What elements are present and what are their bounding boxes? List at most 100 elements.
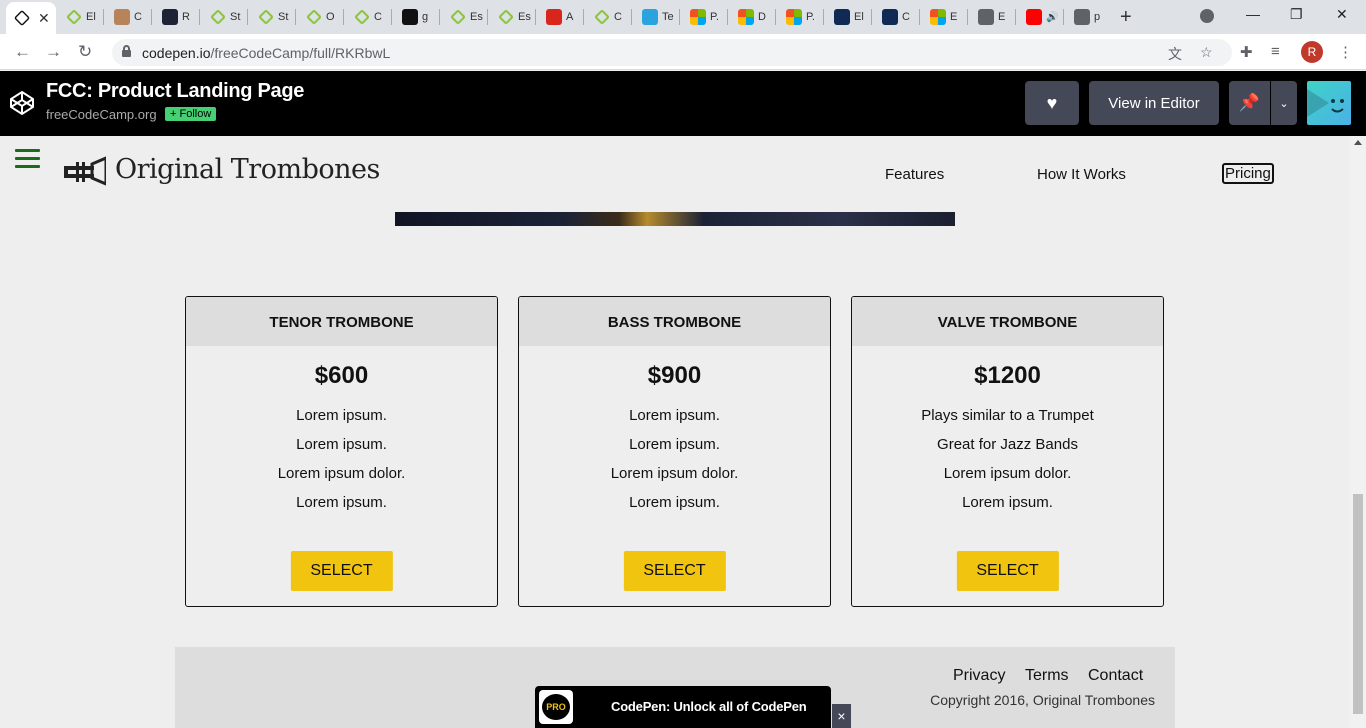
browser-tab[interactable]: A: [538, 4, 584, 30]
microsoft-icon: [786, 9, 802, 25]
follow-button[interactable]: + Follow: [165, 107, 217, 121]
nav-link-features[interactable]: Features: [885, 166, 944, 183]
codepen-logo-icon[interactable]: [9, 90, 35, 116]
footer-link-privacy[interactable]: Privacy: [953, 667, 1005, 685]
browser-tab[interactable]: P.: [682, 4, 728, 30]
view-in-editor-button[interactable]: View in Editor: [1089, 81, 1219, 125]
hero-image: [395, 212, 955, 226]
translate-icon[interactable]: 文: [1168, 44, 1182, 64]
browser-tab[interactable]: g: [394, 4, 440, 30]
green-diamond-icon: [306, 9, 322, 25]
telegram-icon: [642, 9, 658, 25]
chevron-down-icon: ⌄: [1279, 97, 1289, 110]
pen-author-link[interactable]: freeCodeCamp.org: [46, 107, 157, 122]
copyright-text: Copyright 2016, Original Trombones: [930, 692, 1155, 708]
menu-kebab-icon[interactable]: ⋮: [1338, 43, 1353, 61]
data-icon: [834, 9, 850, 25]
pin-button[interactable]: 📌: [1229, 81, 1270, 125]
browser-tab[interactable]: Es: [490, 4, 536, 30]
list-item: Lorem ipsum.: [296, 407, 387, 424]
hamburger-menu-icon[interactable]: [15, 149, 40, 169]
pin-dropdown-button[interactable]: ⌄: [1271, 81, 1297, 125]
pro-badge: PRO: [539, 690, 573, 724]
green-diamond-icon: [66, 9, 82, 25]
brand-name: Original Trombones: [115, 154, 380, 185]
scroll-up-icon[interactable]: [1354, 140, 1362, 145]
browser-tab[interactable]: E: [922, 4, 968, 30]
nav-link-how-it-works[interactable]: How It Works: [1037, 166, 1126, 183]
list-item: Great for Jazz Bands: [937, 436, 1078, 453]
profile-avatar[interactable]: R: [1301, 41, 1323, 63]
browser-tab[interactable]: C: [346, 4, 392, 30]
tab-codepen-active[interactable]: ✕: [6, 2, 56, 34]
browser-tab[interactable]: St: [250, 4, 296, 30]
close-window-icon[interactable]: ✕: [1336, 6, 1348, 23]
scrollbar-thumb[interactable]: [1353, 494, 1363, 714]
browser-tab[interactable]: p: [1066, 4, 1108, 30]
list-item: Lorem ipsum.: [629, 494, 720, 511]
nav-link-pricing[interactable]: Pricing: [1222, 163, 1274, 184]
browser-tab[interactable]: O: [298, 4, 344, 30]
media-queue-icon[interactable]: ≡: [1271, 43, 1280, 60]
tab-search-icon[interactable]: [1200, 9, 1214, 23]
list-item: Plays similar to a Trumpet: [921, 407, 1094, 424]
browser-tab[interactable]: El: [58, 4, 104, 30]
restore-icon[interactable]: ❐: [1290, 6, 1303, 23]
forward-arrow-icon[interactable]: →: [45, 42, 62, 62]
pricing-card-tenor: TENOR TROMBONE $600 Lorem ipsum. Lorem i…: [185, 296, 498, 607]
select-button[interactable]: SELECT: [956, 551, 1059, 591]
star-icon[interactable]: ☆: [1200, 44, 1213, 61]
browser-tab[interactable]: Es: [442, 4, 488, 30]
browser-tab[interactable]: P.: [778, 4, 824, 30]
github-icon: [402, 9, 418, 25]
list-item: Lorem ipsum.: [629, 436, 720, 453]
new-tab-button[interactable]: +: [1120, 6, 1132, 29]
browser-tab[interactable]: C: [586, 4, 632, 30]
browser-tab[interactable]: Te: [634, 4, 680, 30]
red-code-icon: [546, 9, 562, 25]
extensions-puzzle-icon[interactable]: ✚: [1240, 43, 1253, 61]
page-scrollbar[interactable]: [1350, 136, 1366, 728]
list-item: Lorem ipsum dolor.: [943, 465, 1072, 482]
browser-tab[interactable]: R: [154, 4, 200, 30]
speaker-icon: 🔊: [1046, 11, 1059, 23]
pricing-card-bass: BASS TROMBONE $900 Lorem ipsum. Lorem ip…: [518, 296, 831, 607]
list-item: Lorem ipsum dolor.: [277, 465, 406, 482]
minimize-icon[interactable]: —: [1246, 6, 1260, 22]
browser-tab[interactable]: C: [106, 4, 152, 30]
pen-title: FCC: Product Landing Page: [46, 80, 305, 102]
page-viewport: Original Trombones Features How It Works…: [0, 136, 1350, 728]
user-avatar[interactable]: [1307, 81, 1351, 125]
person-icon: [114, 9, 130, 25]
list-item: Lorem ipsum.: [296, 494, 387, 511]
browser-tab[interactable]: El: [826, 4, 872, 30]
footer-link-contact[interactable]: Contact: [1088, 667, 1143, 685]
browser-tab[interactable]: E: [970, 4, 1016, 30]
reload-icon[interactable]: ↻: [78, 42, 92, 62]
back-arrow-icon[interactable]: ←: [14, 42, 31, 62]
codepen-header: FCC: Product Landing Page freeCodeCamp.o…: [0, 71, 1366, 136]
url-input[interactable]: codepen.io/freeCodeCamp/full/RKRbwL 文 ☆: [112, 39, 1232, 66]
address-bar: ← → ↻ codepen.io/freeCodeCamp/full/RKRbw…: [0, 34, 1366, 70]
footer-link-terms[interactable]: Terms: [1025, 667, 1069, 685]
list-item: Lorem ipsum.: [296, 436, 387, 453]
list-item: Lorem ipsum dolor.: [610, 465, 739, 482]
browser-tab[interactable]: St: [202, 4, 248, 30]
green-diamond-icon: [210, 9, 226, 25]
close-tab-icon[interactable]: ✕: [38, 10, 50, 27]
microsoft-icon: [690, 9, 706, 25]
pro-promo-bar[interactable]: PRO CodePen: Unlock all of CodePen: [535, 686, 831, 728]
list-item: Lorem ipsum.: [629, 407, 720, 424]
select-button[interactable]: SELECT: [623, 551, 726, 591]
smiley-avatar-icon: [1307, 89, 1344, 117]
green-diamond-icon: [258, 9, 274, 25]
heart-button[interactable]: ♥: [1025, 81, 1079, 125]
select-button[interactable]: SELECT: [290, 551, 393, 591]
close-promo-button[interactable]: ×: [832, 704, 851, 728]
card-title: VALVE TROMBONE: [852, 297, 1163, 346]
browser-tab[interactable]: D: [730, 4, 776, 30]
heart-icon: ♥: [1046, 92, 1058, 113]
browser-tab[interactable]: 🔊: [1018, 4, 1064, 30]
card-price: $900: [647, 362, 702, 389]
browser-tab[interactable]: C: [874, 4, 920, 30]
